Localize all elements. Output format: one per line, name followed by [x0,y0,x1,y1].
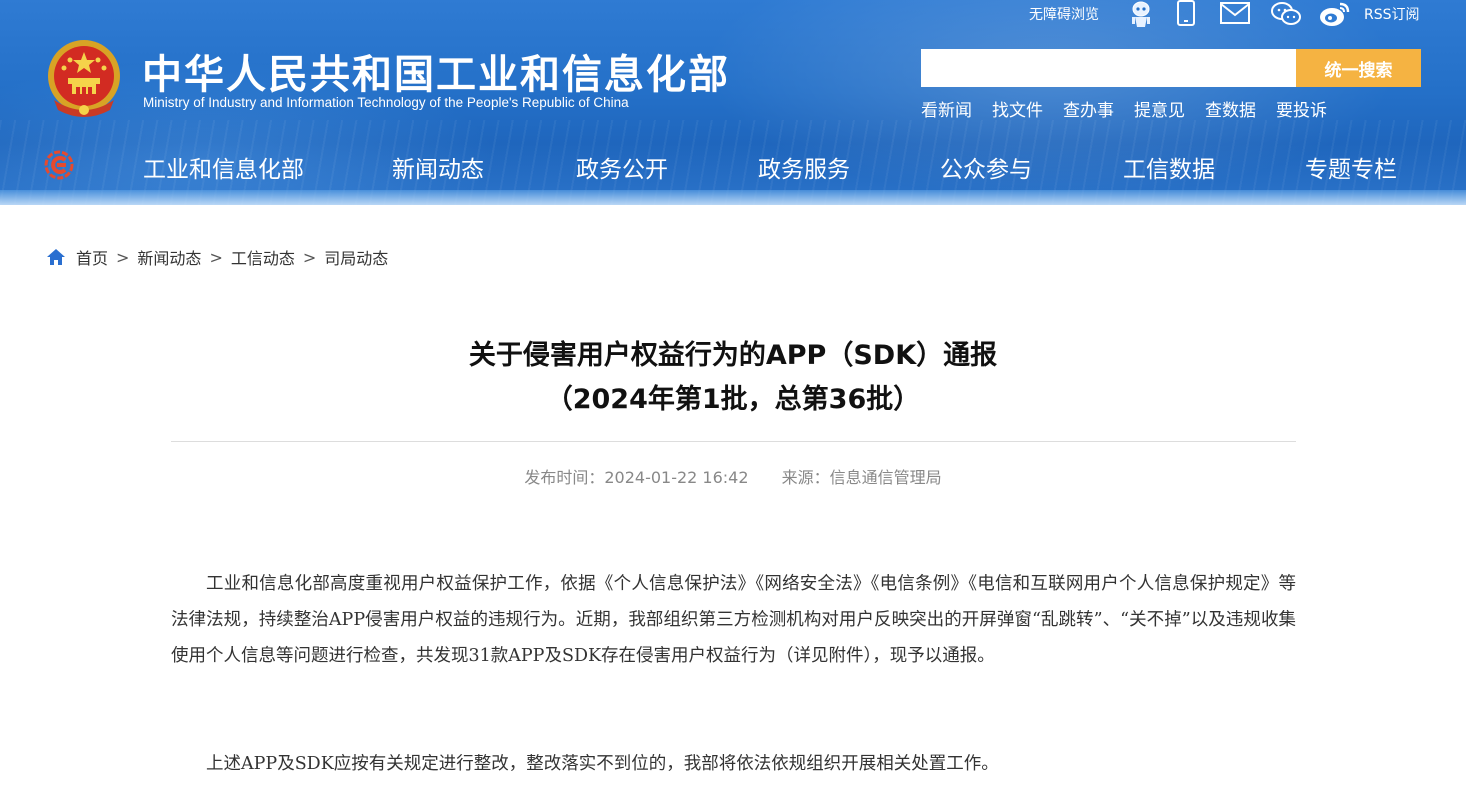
breadcrumb-home[interactable]: 首页 [76,245,108,269]
mail-icon[interactable] [1220,2,1250,24]
breadcrumb-separator: > [302,247,317,267]
quick-link-files[interactable]: 找文件 [992,96,1043,121]
weibo-icon[interactable] [1318,0,1352,28]
article-meta: 发布时间：2024-01-22 16:42 来源：信息通信管理局 [0,464,1466,488]
home-icon[interactable] [46,248,66,266]
accessibility-label: 无障碍浏览 [1029,7,1099,23]
quick-link-services[interactable]: 查办事 [1063,96,1114,121]
wechat-icon[interactable] [1270,0,1302,28]
quick-link-feedback[interactable]: 提意见 [1134,96,1185,121]
nav-item-news[interactable]: 新闻动态 [392,150,484,184]
national-emblem-icon[interactable] [44,38,124,120]
accessibility-link[interactable]: 无障碍浏览 [1029,0,1099,28]
breadcrumb: 首页 > 新闻动态 > 工信动态 > 司局动态 [46,245,388,269]
breadcrumb-separator: > [209,247,223,267]
quick-links: 看新闻 找文件 查办事 提意见 查数据 要投诉 [921,96,1347,121]
quick-link-complaint[interactable]: 要投诉 [1276,96,1327,121]
nav-item-services[interactable]: 政务服务 [758,150,850,184]
article-title-line2: （2024年第1批，总第36批） [545,384,921,415]
breadcrumb-separator: > [116,247,130,267]
nav-item-ministry[interactable]: 工业和信息化部 [143,150,304,184]
title-divider [171,441,1296,442]
article-paragraph: 工业和信息化部高度重视用户权益保护工作，依据《个人信息保护法》《网络安全法》《电… [171,574,1296,666]
nav-item-data[interactable]: 工信数据 [1123,150,1215,184]
robot-icon[interactable] [1127,0,1155,28]
article-title-line1: 关于侵害用户权益行为的APP（SDK）通报 [468,340,998,371]
article-source: 来源：信息通信管理局 [781,468,942,487]
rss-link[interactable]: RSS订阅 [1364,0,1420,28]
site-header: 中华人民共和国工业和信息化部 Ministry of Industry and … [0,0,1466,205]
article-paragraph: 上述APP及SDK应按有关规定进行整改，整改落实不到位的，我部将依法依规组织开展… [206,754,999,774]
mobile-icon[interactable] [1175,0,1197,26]
search-input[interactable] [921,49,1297,87]
publish-time: 发布时间：2024-01-22 16:42 [524,468,749,487]
site-title-cn: 中华人民共和国工业和信息化部 [142,52,730,98]
breadcrumb-news[interactable]: 新闻动态 [137,245,201,269]
header-bottom-strip [0,190,1466,205]
quick-link-news[interactable]: 看新闻 [921,96,972,121]
ministry-logo-icon[interactable] [44,150,76,180]
search-button[interactable]: 统一搜索 [1296,49,1421,87]
nav-item-special-topics[interactable]: 专题专栏 [1305,150,1397,184]
nav-item-public-participation[interactable]: 公众参与 [940,150,1032,184]
rss-label: RSS订阅 [1364,7,1420,23]
breadcrumb-industry-news[interactable]: 工信动态 [231,245,295,269]
site-title-en: Ministry of Industry and Information Tec… [143,95,629,110]
quick-link-data[interactable]: 查数据 [1205,96,1256,121]
breadcrumb-department-news[interactable]: 司局动态 [324,245,388,269]
nav-item-government-affairs[interactable]: 政务公开 [576,150,668,184]
